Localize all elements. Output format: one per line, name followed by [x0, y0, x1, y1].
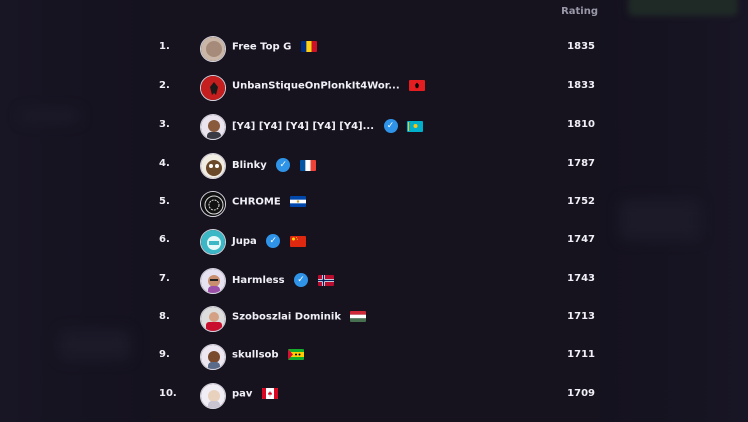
- leaderboard-row[interactable]: 6. Jupa ✓ 1747: [150, 223, 600, 261]
- player-name[interactable]: Blinky: [232, 160, 267, 171]
- leaderboard-row[interactable]: 2. UnbanStiqueOnPlonkIt4Wor... 1833: [150, 69, 600, 107]
- rating-value: 1833: [567, 80, 595, 91]
- avatar[interactable]: [200, 114, 226, 140]
- rating-value: 1713: [567, 311, 595, 322]
- rating-value: 1810: [567, 119, 595, 130]
- avatar[interactable]: [200, 191, 226, 217]
- avatar[interactable]: [200, 229, 226, 255]
- player-name[interactable]: CHROME: [232, 197, 281, 208]
- rank: 5.: [159, 196, 170, 207]
- rank: 1.: [159, 41, 170, 52]
- leaderboard-row[interactable]: 3. [Y4] [Y4] [Y4] [Y4] [Y4]... ✓ 1810: [150, 108, 600, 146]
- rank: 8.: [159, 311, 170, 322]
- rating-value: 1743: [567, 273, 595, 284]
- china-flag-icon: [289, 235, 306, 247]
- player-name[interactable]: Harmless: [232, 275, 285, 286]
- kazakhstan-flag-icon: [407, 120, 423, 132]
- rank: 3.: [159, 119, 170, 130]
- leaderboard-row[interactable]: 1. Free Top G 1835: [150, 30, 600, 68]
- rating-value: 1752: [567, 196, 595, 207]
- leaderboard-row[interactable]: 4. Blinky ✓ 1787: [150, 147, 600, 185]
- rating-column-header: Rating: [561, 6, 598, 17]
- rating-value: 1747: [567, 234, 595, 245]
- player-name[interactable]: [Y4] [Y4] [Y4] [Y4] [Y4]...: [232, 121, 374, 132]
- sao-tome-flag-icon: [288, 349, 305, 360]
- leaderboard-row[interactable]: 5. CHROME 1752: [150, 185, 600, 223]
- player-name[interactable]: Free Top G: [232, 42, 291, 53]
- rank: 10.: [159, 388, 177, 399]
- rating-value: 1835: [567, 41, 595, 52]
- hungary-flag-icon: [350, 311, 367, 322]
- player-name[interactable]: pav: [232, 389, 252, 400]
- norway-flag-icon: [317, 274, 334, 286]
- rating-value: 1711: [567, 349, 595, 360]
- player-name[interactable]: Jupa: [232, 236, 257, 247]
- backdrop-blur: [20, 110, 80, 122]
- verified-badge-icon: ✓: [266, 234, 281, 248]
- rank: 9.: [159, 349, 170, 360]
- backdrop-blur: [620, 200, 700, 240]
- backdrop-button: [628, 0, 738, 16]
- leaderboard-row[interactable]: 7. Harmless ✓ 1743: [150, 262, 600, 300]
- verified-badge-icon: ✓: [383, 119, 398, 133]
- rank: 2.: [159, 80, 170, 91]
- player-name[interactable]: Szoboszlai Dominik: [232, 312, 341, 323]
- canada-flag-icon: [261, 388, 278, 399]
- rank: 6.: [159, 234, 170, 245]
- verified-badge-icon: ✓: [294, 273, 309, 287]
- leaderboard-row[interactable]: 10. pav 1709: [150, 377, 600, 415]
- rank: 4.: [159, 158, 170, 169]
- romania-flag-icon: [300, 41, 317, 52]
- leaderboard-row[interactable]: 8. Szoboszlai Dominik 1713: [150, 300, 600, 338]
- rank: 7.: [159, 273, 170, 284]
- avatar[interactable]: [200, 75, 226, 101]
- albania-flag-icon: [409, 80, 426, 91]
- player-name[interactable]: UnbanStiqueOnPlonkIt4Wor...: [232, 81, 400, 92]
- avatar[interactable]: [200, 306, 226, 332]
- leaderboard-row[interactable]: 9. skullsob 1711: [150, 338, 600, 376]
- avatar[interactable]: [200, 153, 226, 179]
- france-flag-icon: [299, 159, 316, 171]
- rating-value: 1709: [567, 388, 595, 399]
- player-name[interactable]: skullsob: [232, 350, 279, 361]
- avatar[interactable]: [200, 383, 226, 409]
- avatar[interactable]: [200, 344, 226, 370]
- backdrop-blur: [60, 330, 130, 360]
- el-salvador-flag-icon: [290, 196, 307, 207]
- rating-value: 1787: [567, 158, 595, 169]
- verified-badge-icon: ✓: [276, 158, 291, 172]
- avatar[interactable]: [200, 36, 226, 62]
- avatar[interactable]: [200, 268, 226, 294]
